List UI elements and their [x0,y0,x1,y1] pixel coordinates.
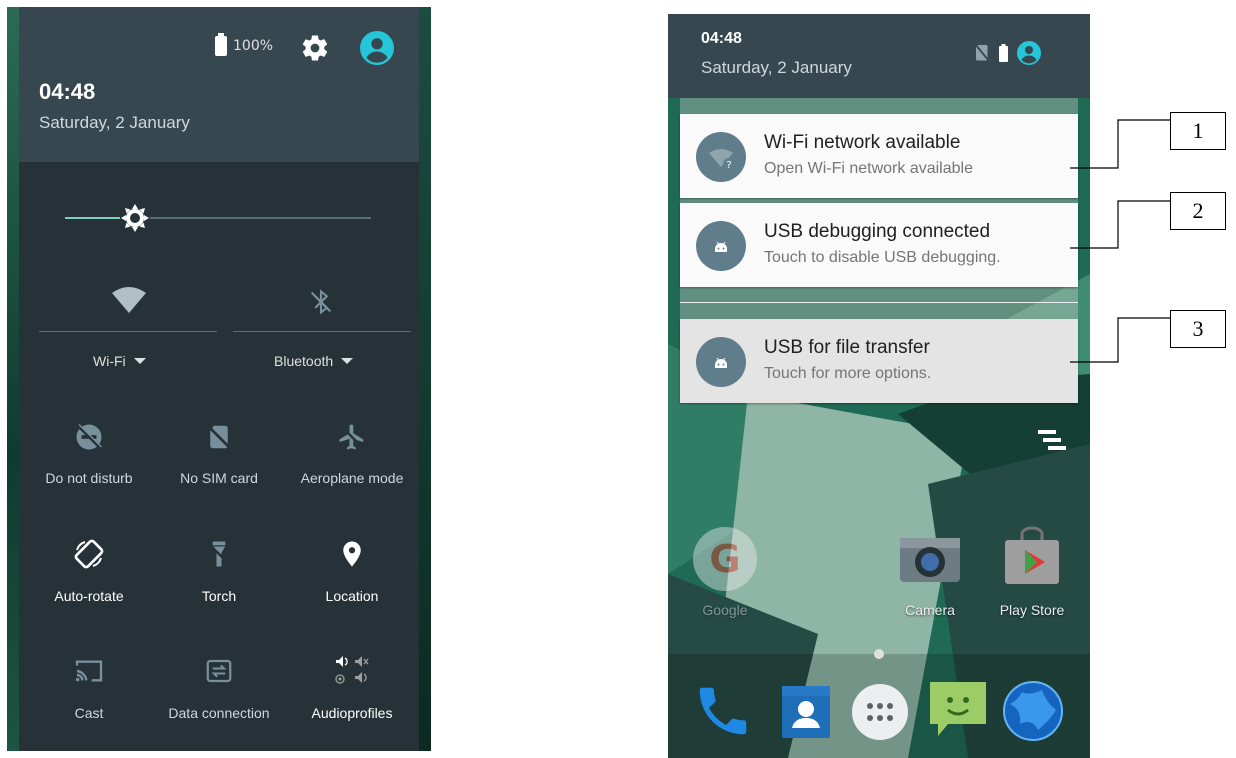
airplane-icon [339,424,365,450]
app-camera[interactable]: Camera [884,524,976,618]
tile-label: Audioprofiles [311,705,393,721]
tile-aeroplane-mode[interactable]: Aeroplane mode [285,422,419,486]
tile-label: Data connection [168,705,270,721]
notification-shade-screen: 04:48 Saturday, 2 January ? Wi-Fi networ… [668,14,1090,758]
bluetooth-divider [233,331,411,332]
notification-text: Touch to disable USB debugging. [764,249,1001,266]
torch-icon [208,541,230,567]
wifi-dropdown[interactable]: Wi-Fi [93,353,146,369]
audioprofiles-icon [335,656,369,684]
notification-usb-debugging[interactable]: USB debugging connected Touch to disable… [680,203,1078,287]
app-label: Play Store [999,602,1065,618]
svg-text:?: ? [726,160,731,171]
brightness-slider-thumb-icon[interactable] [119,202,151,234]
battery-percent: 100% [233,38,274,54]
location-icon [343,541,361,567]
clear-all-icon[interactable] [1034,426,1068,458]
app-label: Google [702,602,748,618]
notification-header: 04:48 Saturday, 2 January [668,14,1090,98]
wifi-label: Wi-Fi [93,353,126,369]
data-connection-icon [206,659,232,683]
callout-1: 1 [1170,112,1226,150]
android-icon [696,221,746,271]
bluetooth-off-icon[interactable] [307,287,335,321]
battery-icon [999,44,1008,62]
tile-do-not-disturb[interactable]: Do not disturb [22,422,156,486]
wifi-icon[interactable] [111,287,147,319]
user-avatar-icon[interactable] [360,31,394,69]
camera-icon [900,538,960,582]
phone-icon[interactable] [692,680,754,746]
tile-data-connection[interactable]: Data connection [152,655,286,721]
browser-icon[interactable] [1002,680,1064,746]
bluetooth-label: Bluetooth [274,353,334,369]
tile-label: Aeroplane mode [300,470,404,486]
quick-settings-screen: 100% 04:48 Saturday, 2 January Wi-Fi Blu… [7,7,431,751]
chevron-down-icon [341,358,354,364]
app-drawer-icon[interactable] [850,682,910,746]
do-not-disturb-icon [76,424,102,450]
svg-text:G: G [709,537,740,581]
quick-settings-panel: 100% 04:48 Saturday, 2 January Wi-Fi Blu… [19,7,419,751]
auto-rotate-icon [74,539,104,569]
tile-label: Cast [74,705,104,721]
tile-label: Do not disturb [45,470,133,486]
contacts-icon[interactable] [776,682,836,746]
page-indicator [874,649,884,659]
app-google[interactable]: G Google [679,524,771,618]
tile-torch[interactable]: Torch [152,538,286,604]
cast-icon [75,660,103,682]
clock-time: 04:48 [701,30,742,47]
wallpaper-edge [7,7,19,751]
tile-label: No SIM card [180,470,258,486]
play-store-icon [1005,526,1059,584]
messaging-icon[interactable] [926,678,990,746]
tile-no-sim[interactable]: No SIM card [152,422,286,486]
callout-2: 2 [1170,192,1226,230]
wifi-question-icon: ? [696,132,746,182]
callout-3: 3 [1170,310,1226,348]
app-play-store[interactable]: Play Store [986,524,1078,618]
no-sim-icon [974,43,990,62]
tile-audioprofiles[interactable]: Audioprofiles [285,655,419,721]
google-icon: G [693,527,757,591]
notification-title: Wi-Fi network available [764,132,961,153]
notification-divider [680,302,1078,303]
android-icon [696,337,746,387]
tile-label: Torch [201,588,237,604]
tile-cast[interactable]: Cast [22,655,156,721]
notification-title: USB for file transfer [764,337,930,358]
user-avatar-icon [1017,41,1041,65]
tile-label: Location [325,588,379,604]
bluetooth-dropdown[interactable]: Bluetooth [274,353,354,369]
app-label: Camera [905,602,955,618]
tile-label: Auto-rotate [54,588,124,604]
clock-date: Saturday, 2 January [39,113,190,132]
quick-settings-header: 100% 04:48 Saturday, 2 January [19,7,419,162]
wifi-divider [39,331,217,332]
chevron-down-icon [133,358,146,364]
notification-text: Touch for more options. [764,365,932,382]
wallpaper-edge [419,7,431,751]
no-sim-icon [208,425,230,449]
settings-gear-icon[interactable] [300,33,330,67]
status-icons [972,40,1052,74]
tile-location[interactable]: Location [285,538,419,604]
notification-usb-file-transfer[interactable]: USB for file transfer Touch for more opt… [680,319,1078,403]
tile-auto-rotate[interactable]: Auto-rotate [22,538,156,604]
clock-date: Saturday, 2 January [701,58,852,77]
notification-wifi-available[interactable]: ? Wi-Fi network available Open Wi-Fi net… [680,114,1078,198]
clock-time: 04:48 [39,79,96,104]
notification-text: Open Wi-Fi network available [764,160,973,177]
battery-icon [215,33,227,56]
notification-title: USB debugging connected [764,221,991,242]
